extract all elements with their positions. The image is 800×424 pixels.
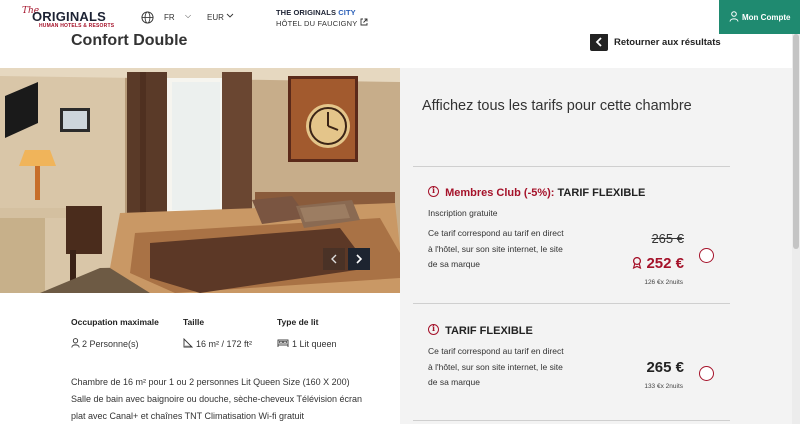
rate-club-per-night: 126 €x 2nuits: [644, 279, 683, 286]
back-arrow-box: [590, 33, 608, 51]
language-selector[interactable]: FR: [164, 13, 175, 22]
rate-club-price: 252 €: [632, 255, 684, 272]
originals-logo[interactable]: The ORIGINALS HUMAN HOTELS & RESORTS: [22, 6, 132, 30]
chevron-left-icon: [331, 254, 337, 264]
rate-club-title: Membres Club (-5%): TARIF FLEXIBLE: [428, 185, 645, 199]
external-link-icon[interactable]: [360, 18, 368, 26]
person-icon: [71, 338, 80, 348]
currency-selector[interactable]: EUR: [207, 13, 224, 22]
rate-club-name: TARIF FLEXIBLE: [557, 187, 646, 199]
spec-size-value: 16 m² / 172 ft²: [196, 339, 253, 349]
divider: [413, 420, 730, 421]
rate-flexible-description: Ce tarif correspond au tarif en direct à…: [428, 346, 564, 387]
chevron-right-icon: [356, 254, 362, 264]
room-title: Confort Double: [71, 32, 188, 49]
rate-club-prefix: Membres Club (-5%):: [445, 187, 555, 199]
rate-club-note: Inscription gratuite: [428, 208, 498, 218]
divider: [413, 166, 730, 167]
rate-flexible-name: TARIF FLEXIBLE: [445, 325, 533, 337]
medal-icon: [633, 256, 642, 270]
language-chevron-down-icon[interactable]: ⌵: [185, 11, 191, 21]
hotel-brand: THE ORIGINALS CITY: [276, 8, 356, 17]
user-icon: [729, 11, 739, 22]
rate-flexible-title: TARIF FLEXIBLE: [428, 323, 533, 337]
spec-size-label: Taille: [183, 317, 205, 327]
carousel-prev-button[interactable]: [323, 248, 345, 270]
scrollbar-thumb[interactable]: [793, 34, 799, 249]
room-description: Chambre de 16 m² pour 1 ou 2 personnes L…: [71, 377, 363, 421]
rate-club-old-price: 265 €: [651, 231, 684, 246]
back-to-results-label: Retourner aux résultats: [614, 37, 721, 48]
info-icon[interactable]: [428, 323, 439, 335]
rate-club-price-value: 252 €: [646, 255, 684, 272]
rate-club-description: Ce tarif correspond au tarif en direct à…: [428, 228, 564, 269]
rate-flexible-per-night: 133 €x 2nuits: [644, 383, 683, 390]
currency-chevron-down-icon[interactable]: [226, 11, 234, 19]
rate-flexible-radio[interactable]: [699, 366, 714, 381]
logo-main-text: ORIGINALS: [32, 9, 107, 24]
rate-flexible-price: 265 €: [646, 359, 684, 376]
rate-club-radio[interactable]: [699, 248, 714, 263]
globe-icon[interactable]: [141, 11, 154, 24]
brand-prefix: THE ORIGINALS: [276, 8, 337, 17]
info-icon[interactable]: [428, 185, 439, 197]
my-account-label: Mon Compte: [742, 13, 791, 22]
rates-heading: Affichez tous les tarifs pour cette cham…: [422, 98, 692, 114]
spec-bed-label: Type de lit: [277, 317, 319, 327]
area-icon: [183, 338, 193, 348]
hotel-name-link[interactable]: HÔTEL DU FAUCIGNY: [276, 19, 357, 28]
spec-occupancy-label: Occupation maximale: [71, 317, 159, 327]
spec-occupancy-value: 2 Personne(s): [82, 339, 139, 349]
carousel-next-button[interactable]: [348, 248, 370, 270]
top-navigation-bar: The ORIGINALS HUMAN HOTELS & RESORTS FR …: [0, 0, 800, 34]
my-account-button[interactable]: Mon Compte: [719, 0, 800, 34]
logo-sub-text: HUMAN HOTELS & RESORTS: [39, 23, 115, 29]
chevron-left-icon: [595, 37, 602, 47]
divider: [413, 303, 730, 304]
room-photo: [0, 68, 400, 293]
spec-bed-value: 1 Lit queen: [292, 339, 337, 349]
page-scrollbar[interactable]: [792, 34, 800, 424]
brand-city: CITY: [338, 8, 356, 17]
rates-panel: Affichez tous les tarifs pour cette cham…: [400, 68, 792, 424]
bed-icon: [277, 339, 289, 347]
